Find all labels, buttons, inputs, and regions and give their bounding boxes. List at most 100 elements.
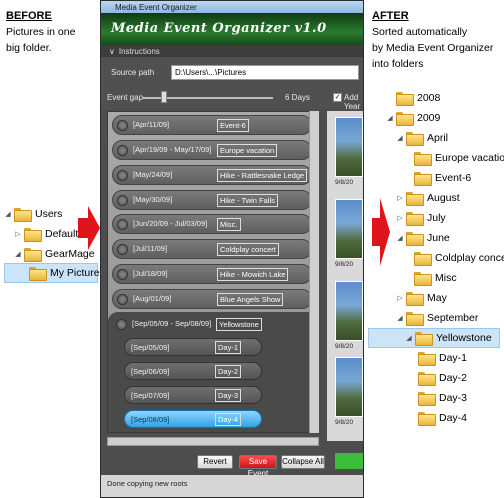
day-row[interactable]: [Sep/06/09] Day-2	[124, 362, 262, 380]
event-row[interactable]: [Jun/20/09 - Jul/03/09] Misc.	[112, 214, 312, 234]
collapsed-triangle-icon[interactable]: ▷	[396, 214, 404, 222]
after-desc-line-1: Sorted automatically	[372, 26, 468, 38]
event-name-field[interactable]: Blue Angels Show	[217, 293, 284, 306]
thumbnail-date: 9/8/20	[335, 179, 354, 186]
expanded-triangle-icon[interactable]: ◢	[396, 314, 404, 322]
collapsed-triangle-icon[interactable]: ▷	[396, 294, 404, 302]
add-year-checkbox[interactable]: ✓	[333, 93, 342, 102]
tree-item-yellowstone[interactable]: ◢ Yellowstone	[368, 328, 500, 348]
day-name-field[interactable]: Day-1	[215, 341, 242, 354]
tree-item-2008[interactable]: 2008	[386, 88, 440, 108]
tree-item-april[interactable]: ◢ April	[396, 128, 448, 148]
event-name-field[interactable]: Hike - Mowich Lake	[217, 268, 289, 281]
expand-button[interactable]	[117, 145, 128, 156]
expand-button[interactable]	[117, 195, 128, 206]
event-name-field[interactable]: Hike - Twin Falls	[217, 194, 278, 207]
tree-item-my-pictures[interactable]: My Pictures	[4, 263, 105, 283]
event-date: [Sep/05/09 - Sep/08/09]	[132, 319, 212, 328]
tree-item-day-3[interactable]: Day-3	[418, 388, 467, 408]
tree-item-event-6[interactable]: Event-6	[414, 168, 471, 188]
after-desc-line-3: into folders	[372, 58, 424, 70]
tree-item-september[interactable]: ◢ September	[396, 308, 478, 328]
day-row[interactable]: [Sep/05/09] Day-1	[124, 338, 262, 356]
event-name-field[interactable]: Hike - Rattlesnake Ledge	[217, 169, 308, 182]
photo-thumbnail[interactable]	[335, 199, 363, 259]
tree-item-misc[interactable]: Misc	[414, 268, 457, 288]
photo-thumbnail[interactable]	[335, 357, 363, 417]
folder-icon	[418, 392, 436, 406]
event-row[interactable]: [May/30/09] Hike - Twin Falls	[112, 190, 312, 210]
event-name-field[interactable]: Europe vacation	[217, 144, 278, 157]
progress-bar	[335, 453, 363, 469]
day-row[interactable]: [Sep/07/09] Day-3	[124, 386, 262, 404]
day-row-selected[interactable]: [Sep/08/09] Day-4	[124, 410, 262, 428]
expand-button[interactable]	[116, 319, 127, 330]
event-gap-slider-thumb[interactable]	[161, 91, 167, 103]
tree-item-july[interactable]: ▷ July	[396, 208, 446, 228]
day-date: [Sep/05/09]	[131, 343, 170, 352]
event-date: [May/30/09]	[133, 195, 173, 204]
photo-thumbnail[interactable]	[335, 281, 363, 341]
event-name-field[interactable]: Coldplay concert	[217, 243, 279, 256]
expanded-event-group: [Sep/05/09 - Sep/08/09] Yellowstone [Sep…	[108, 312, 318, 432]
event-name-field[interactable]: Misc.	[217, 218, 241, 231]
tree-item-day-2[interactable]: Day-2	[418, 368, 467, 388]
source-path-row: Source path D:\Users\...\Pictures	[101, 57, 363, 87]
expand-button[interactable]	[117, 170, 128, 181]
day-name-field[interactable]: Day-3	[215, 389, 242, 402]
status-text: Done copying new roots	[107, 479, 188, 488]
event-row[interactable]: [Aug/01/09] Blue Angels Show	[112, 289, 312, 309]
tree-item-day-1[interactable]: Day-1	[418, 348, 467, 368]
expand-button[interactable]	[117, 219, 128, 230]
window-titlebar[interactable]: Media Event Organizer	[101, 1, 363, 13]
photo-thumbnail[interactable]	[335, 117, 363, 177]
tree-item-august[interactable]: ▷ August	[396, 188, 460, 208]
event-name-field[interactable]: Event-6	[217, 119, 249, 132]
expanded-triangle-icon[interactable]: ◢	[396, 234, 404, 242]
tree-item-label: Users	[35, 208, 63, 220]
tree-item-label: Event-6	[435, 172, 472, 184]
event-row[interactable]: [Jul/18/09] Hike - Mowich Lake	[112, 264, 312, 284]
expanded-triangle-icon[interactable]: ◢	[396, 134, 404, 142]
tree-item-may[interactable]: ▷ May	[396, 288, 447, 308]
event-row[interactable]: [Sep/05/09 - Sep/08/09] Yellowstone	[112, 315, 312, 335]
tree-item-coldplay-concert[interactable]: Coldplay concert	[414, 248, 504, 268]
event-row[interactable]: [Apr/11/09] Event-6	[112, 115, 312, 135]
tree-item-label: August	[427, 192, 460, 204]
expanded-triangle-icon[interactable]: ◢	[405, 334, 413, 342]
event-row[interactable]: [Jul/11/09] Coldplay concert	[112, 239, 312, 259]
vertical-scrollbar[interactable]	[309, 111, 319, 433]
collapse-all-button[interactable]: Collapse All	[281, 455, 325, 469]
instructions-expander[interactable]: ∨ Instructions	[101, 45, 363, 57]
folder-icon	[29, 267, 47, 281]
horizontal-scrollbar[interactable]	[107, 437, 319, 446]
chevron-down-icon: ∨	[109, 46, 115, 56]
source-path-input[interactable]: D:\Users\...\Pictures	[171, 65, 359, 80]
day-name-field[interactable]: Day-2	[215, 365, 242, 378]
revert-button[interactable]: Revert	[197, 455, 233, 469]
event-row[interactable]: [May/24/09] Hike - Rattlesnake Ledge	[112, 165, 312, 185]
expand-button[interactable]	[117, 120, 128, 131]
event-list: [Apr/11/09] Event-6 [Apr/19/09 - May/17/…	[107, 111, 319, 433]
event-row[interactable]: [Apr/19/09 - May/17/09] Europe vacation	[112, 140, 312, 160]
tree-item-june[interactable]: ◢ June	[396, 228, 450, 248]
tree-item-2009[interactable]: ◢ 2009	[386, 108, 440, 128]
expanded-triangle-icon[interactable]: ◢	[386, 114, 394, 122]
event-name-field[interactable]: Yellowstone	[216, 318, 262, 331]
event-date: [Aug/01/09]	[133, 294, 172, 303]
tree-item-day-4[interactable]: Day-4	[418, 408, 467, 428]
save-event-button[interactable]: Save Event	[239, 455, 277, 478]
folder-icon	[24, 228, 42, 242]
event-date: [Jun/20/09 - Jul/03/09]	[133, 219, 208, 228]
tree-item-label: Day-3	[439, 392, 468, 404]
tree-item-label: Coldplay concert	[435, 252, 504, 264]
expanded-triangle-icon[interactable]: ◢	[14, 250, 22, 258]
collapsed-triangle-icon[interactable]: ▷	[396, 194, 404, 202]
expanded-triangle-icon[interactable]: ◢	[4, 210, 12, 218]
collapsed-triangle-icon[interactable]: ▷	[14, 230, 22, 238]
expand-button[interactable]	[117, 244, 128, 255]
day-name-field[interactable]: Day-4	[215, 413, 242, 426]
expand-button[interactable]	[117, 269, 128, 280]
tree-item-europe-vacation[interactable]: Europe vacation	[414, 148, 504, 168]
expand-button[interactable]	[117, 294, 128, 305]
